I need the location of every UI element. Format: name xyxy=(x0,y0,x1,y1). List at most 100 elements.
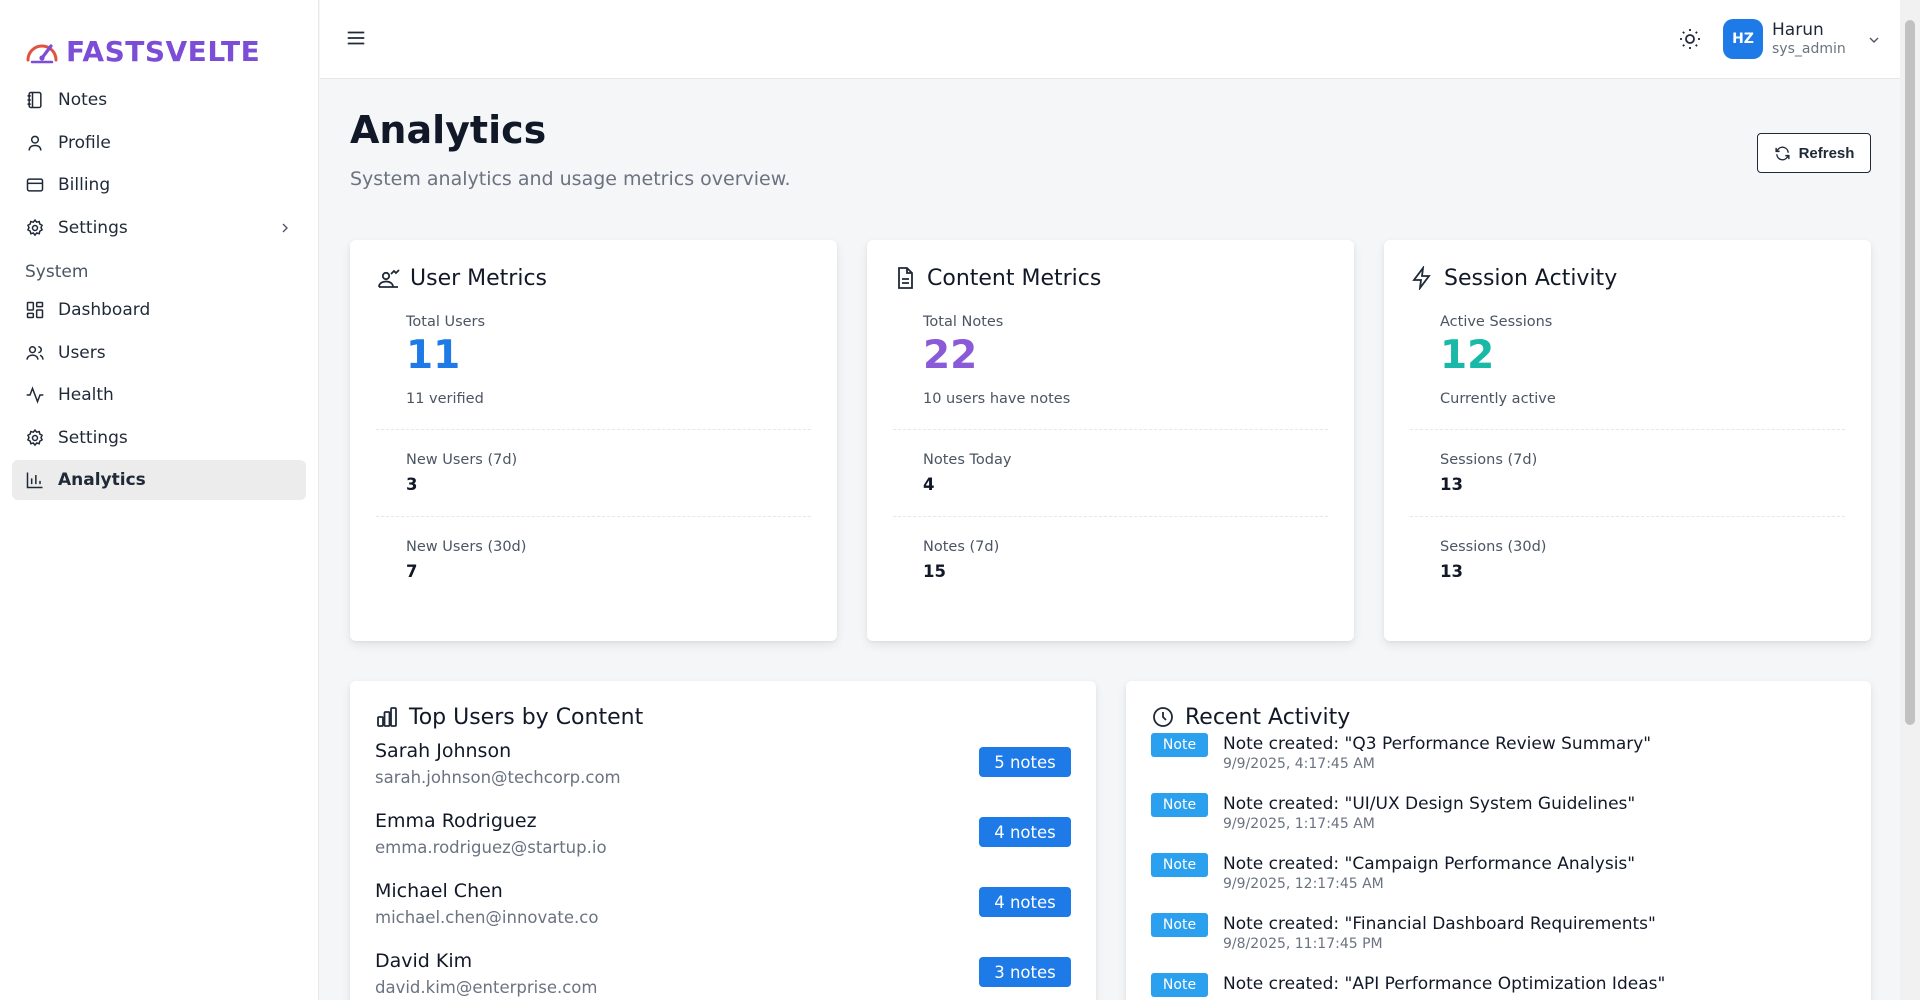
bar-chart-icon xyxy=(26,472,43,489)
metric-label: Notes (7d) xyxy=(923,538,1000,555)
activity-time: 9/8/2025, 11:17:45 PM xyxy=(1223,936,1383,952)
metric-label: Sessions (7d) xyxy=(1440,451,1538,468)
users-icon xyxy=(26,345,44,360)
sidebar-item-dashboard[interactable]: Dashboard xyxy=(12,290,306,330)
sidebar-item-billing[interactable]: Billing xyxy=(12,165,306,205)
sidebar-item-label: Settings xyxy=(58,217,128,238)
sidebar-section-system: System xyxy=(25,262,89,282)
document-icon xyxy=(898,267,913,289)
user-email: emma.rodriguez@startup.io xyxy=(375,838,607,857)
recent-activity-card: Recent Activity Note Note created: "Q3 P… xyxy=(1126,681,1871,1000)
sidebar-item-analytics[interactable]: Analytics xyxy=(12,460,306,500)
lightning-icon xyxy=(1412,266,1431,290)
list-item[interactable]: Emma Rodriguez emma.rodriguez@startup.io… xyxy=(375,807,1071,877)
refresh-icon xyxy=(1774,146,1790,160)
user-role: sys_admin xyxy=(1772,41,1846,57)
metric-label: Notes Today xyxy=(923,451,1012,468)
divider xyxy=(376,515,811,517)
brand-logo[interactable]: FASTSVELTE xyxy=(0,0,318,80)
metric-value: 15 xyxy=(923,561,946,581)
user-icon xyxy=(28,135,42,151)
activity-item[interactable]: Note Note created: "Campaign Performance… xyxy=(1151,853,1846,913)
speedometer-icon xyxy=(26,44,58,64)
user-chart-icon xyxy=(378,269,400,288)
card-header: Top Users by Content xyxy=(375,701,1071,733)
card-title: Recent Activity xyxy=(1185,704,1351,730)
activity-time: 9/9/2025, 12:17:45 AM xyxy=(1223,876,1384,892)
sidebar-item-label: Dashboard xyxy=(58,300,151,320)
card-title: Content Metrics xyxy=(927,265,1102,291)
metric-desc: 10 users have notes xyxy=(923,390,1071,407)
activity-item[interactable]: Note Note created: "Financial Dashboard … xyxy=(1151,913,1846,973)
notes-count-badge: 4 notes xyxy=(979,817,1071,847)
sidebar-item-label: Users xyxy=(58,342,106,363)
sidebar-item-label: Health xyxy=(58,385,114,405)
metric-value: 13 xyxy=(1440,561,1463,581)
sidebar-item-health[interactable]: Health xyxy=(12,375,306,415)
list-item[interactable]: David Kim david.kim@enterprise.com 3 not… xyxy=(375,947,1071,1000)
divider xyxy=(893,515,1328,517)
sidebar-item-label: Notes xyxy=(58,90,108,110)
chevron-down-icon[interactable] xyxy=(1866,32,1882,48)
note-badge: Note xyxy=(1151,973,1208,997)
notebook-icon xyxy=(27,91,42,109)
user-name: Michael Chen xyxy=(375,880,503,902)
notes-count-badge: 5 notes xyxy=(979,747,1071,777)
metric-label: Active Sessions xyxy=(1440,314,1553,330)
scrollbar[interactable] xyxy=(1900,0,1920,1000)
avatar[interactable]: HZ xyxy=(1723,19,1763,59)
metric-desc: 11 verified xyxy=(406,390,484,407)
sidebar-nav: Notes Profile Billing Settings System Da… xyxy=(0,80,318,500)
top-users-card: Top Users by Content Sarah Johnson sarah… xyxy=(350,681,1096,1000)
sidebar-item-settings[interactable]: Settings xyxy=(12,208,306,248)
page-subtitle: System analytics and usage metrics overv… xyxy=(350,168,791,190)
page-title: Analytics xyxy=(350,108,547,152)
sidebar-item-label: Analytics xyxy=(58,470,146,490)
note-badge: Note xyxy=(1151,913,1208,937)
session-activity-card: Session Activity Active Sessions 12 Curr… xyxy=(1384,240,1871,641)
user-metrics-card: User Metrics Total Users 11 11 verified … xyxy=(350,240,837,641)
sun-icon[interactable] xyxy=(1678,27,1702,51)
metric-label: Total Notes xyxy=(923,314,1004,330)
topbar: HZ Harun sys_admin xyxy=(320,0,1900,79)
card-title: Top Users by Content xyxy=(409,704,644,730)
credit-card-icon xyxy=(26,178,44,192)
activity-text: Note created: "API Performance Optimizat… xyxy=(1223,974,1666,994)
list-item[interactable]: Sarah Johnson sarah.johnson@techcorp.com… xyxy=(375,737,1071,807)
divider xyxy=(1410,515,1845,517)
gear-icon xyxy=(26,218,44,236)
menu-icon[interactable] xyxy=(345,27,367,49)
metric-value: 13 xyxy=(1440,474,1463,494)
scrollbar-thumb[interactable] xyxy=(1905,20,1915,725)
card-header: User Metrics xyxy=(376,262,811,294)
activity-item[interactable]: Note Note created: "UI/UX Design System … xyxy=(1151,793,1846,853)
activity-icon xyxy=(26,386,44,404)
note-badge: Note xyxy=(1151,733,1208,757)
sidebar-item-notes[interactable]: Notes xyxy=(12,80,306,120)
user-email: sarah.johnson@techcorp.com xyxy=(375,768,621,787)
sidebar: FASTSVELTE Notes Profile Billing Setting… xyxy=(0,0,319,1000)
metric-value: 7 xyxy=(406,561,418,581)
activity-item[interactable]: Note Note created: "Q3 Performance Revie… xyxy=(1151,733,1846,793)
refresh-button[interactable]: Refresh xyxy=(1757,133,1871,173)
bar-chart-icon xyxy=(377,707,397,727)
metric-label: New Users (30d) xyxy=(406,538,527,555)
activity-text: Note created: "Campaign Performance Anal… xyxy=(1223,854,1636,874)
sidebar-item-system-settings[interactable]: Settings xyxy=(12,418,306,458)
sidebar-item-label: Billing xyxy=(58,175,111,195)
metric-value: 4 xyxy=(923,474,935,494)
card-header: Session Activity xyxy=(1410,262,1845,294)
metric-value: 3 xyxy=(406,474,418,494)
user-name[interactable]: Harun xyxy=(1772,20,1824,40)
clock-icon xyxy=(1153,707,1173,727)
sidebar-item-profile[interactable]: Profile xyxy=(12,123,306,163)
sidebar-item-users[interactable]: Users xyxy=(12,333,306,373)
note-badge: Note xyxy=(1151,793,1208,817)
user-name: Emma Rodriguez xyxy=(375,810,537,832)
list-item[interactable]: Michael Chen michael.chen@innovate.co 4 … xyxy=(375,877,1071,947)
divider xyxy=(893,428,1328,430)
sidebar-item-label: Settings xyxy=(58,427,128,448)
activity-item[interactable]: Note Note created: "API Performance Opti… xyxy=(1151,973,1846,1000)
metric-label: Sessions (30d) xyxy=(1440,538,1547,555)
divider xyxy=(376,428,811,430)
